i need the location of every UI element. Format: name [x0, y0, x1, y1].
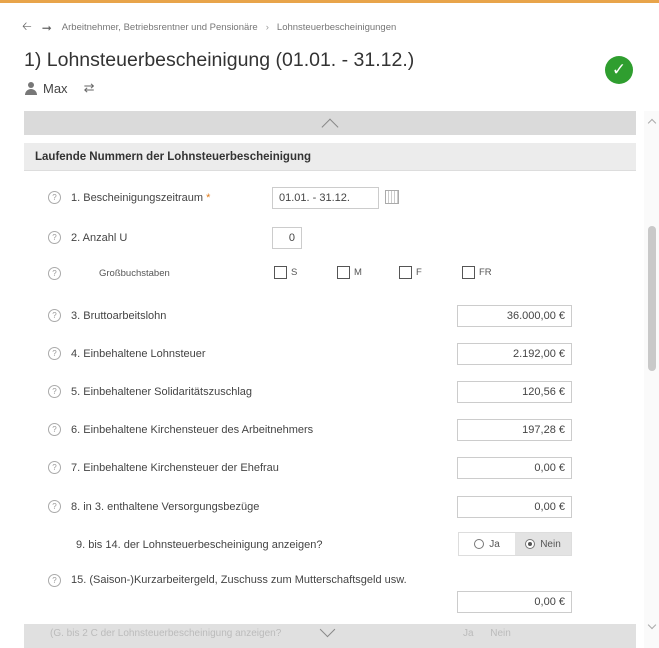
field-label: 8. in 3. enthaltene Versorgungsbezüge	[71, 500, 260, 513]
radio-circle[interactable]	[474, 539, 485, 549]
checkbox-fr[interactable]: FR	[462, 266, 492, 279]
help-icon[interactable]: ?	[48, 231, 61, 244]
field-row-5: ? 5. Einbehaltener Solidaritätszuschlag	[48, 385, 252, 398]
field-label: 4. Einbehaltene Lohnsteuer	[71, 347, 206, 360]
section-title: Laufende Nummern der Lohnsteuerbescheini…	[24, 143, 636, 171]
hidden-radio-labels: Ja Nein	[463, 628, 511, 639]
pension-input[interactable]: 0,00 €	[457, 496, 572, 518]
help-icon[interactable]: ?	[48, 347, 61, 360]
help-icon[interactable]: ?	[48, 385, 61, 398]
count-u-input[interactable]: 0	[272, 227, 302, 249]
gross-wage-input[interactable]: 36.000,00 €	[457, 305, 572, 327]
show-9-14-radio-group: Ja Nein	[458, 532, 572, 556]
field-row-2: ? 2. Anzahl U	[48, 231, 127, 244]
field-row-3: ? 3. Bruttoarbeitslohn	[48, 309, 166, 322]
breadcrumb-separator: ›	[265, 22, 269, 33]
radio-label: Ja	[489, 538, 500, 550]
user-name: Max	[43, 80, 68, 96]
scrollbar-thumb[interactable]	[648, 226, 656, 371]
field-label: 15. (Saison-)Kurzarbeitergeld, Zuschuss …	[71, 574, 407, 586]
help-icon[interactable]: ?	[48, 191, 61, 204]
field-label: 1. Bescheinigungszeitraum	[71, 191, 204, 204]
field-row-6: ? 6. Einbehaltene Kirchensteuer des Arbe…	[48, 423, 313, 436]
radio-circle[interactable]	[525, 539, 536, 549]
help-icon[interactable]: ?	[48, 461, 61, 474]
hidden-field-label: (G. bis 2 C der Lohnsteuerbescheinigung …	[50, 628, 282, 639]
checkmark-circle-icon: ✓	[605, 56, 633, 84]
field-row-7: ? 7. Einbehaltene Kirchensteuer der Ehef…	[48, 461, 279, 474]
chevron-up-icon	[321, 118, 339, 136]
checkbox[interactable]	[399, 266, 412, 279]
breadcrumb: 🡠 ➞ Arbeitnehmer, Betriebsrentner und Pe…	[22, 17, 396, 38]
help-icon[interactable]: ?	[48, 309, 61, 322]
page-title: 1) Lohnsteuerbescheinigung (01.01. - 31.…	[24, 49, 415, 71]
field-label: 5. Einbehaltener Solidaritätszuschlag	[71, 385, 253, 398]
solidarity-input[interactable]: 120,56 €	[457, 381, 572, 403]
checkbox-label: S	[291, 267, 298, 278]
field-label: 6. Einbehaltene Kirchensteuer des Arbeit…	[71, 423, 314, 436]
scrollbar-track[interactable]	[644, 111, 659, 648]
required-mark: *	[206, 191, 211, 204]
field-row-8: ? 8. in 3. enthaltene Versorgungsbezüge	[48, 500, 259, 513]
radio-no[interactable]: Nein	[515, 533, 571, 555]
calendar-icon[interactable]	[385, 190, 399, 204]
swap-icon[interactable]: ⇄	[84, 80, 95, 96]
church-tax-spouse-input[interactable]: 0,00 €	[457, 457, 572, 479]
user-icon	[25, 81, 37, 95]
field-label: 3. Bruttoarbeitslohn	[71, 309, 167, 322]
checkbox-label: F	[416, 267, 422, 278]
checkbox[interactable]	[274, 266, 287, 279]
checkbox-label: M	[354, 267, 362, 278]
checkbox-s[interactable]: S	[274, 266, 297, 279]
field-label: Großbuchstaben	[99, 268, 170, 279]
help-icon[interactable]: ?	[48, 574, 61, 587]
help-icon[interactable]: ?	[48, 423, 61, 436]
radio-yes[interactable]: Ja	[459, 533, 515, 555]
field-row-1: ? 1. Bescheinigungszeitraum *	[48, 191, 210, 204]
field-label: 9. bis 14. der Lohnsteuerbescheinigung a…	[76, 539, 323, 551]
checkbox-m[interactable]: M	[337, 266, 362, 279]
arrow-left-icon[interactable]: 🡠	[22, 17, 32, 38]
field-row-4: ? 4. Einbehaltene Lohnsteuer	[48, 347, 206, 360]
field-label: 7. Einbehaltene Kirchensteuer der Ehefra…	[71, 461, 279, 474]
help-icon[interactable]: ?	[48, 500, 61, 513]
help-icon[interactable]: ?	[48, 267, 61, 280]
hidden-radio-no: Nein	[490, 628, 511, 639]
radio-label: Nein	[540, 538, 561, 550]
field-row-15: ? 15. (Saison-)Kurzarbeitergeld, Zuschus…	[48, 572, 458, 588]
field-label: 2. Anzahl U	[71, 231, 128, 244]
church-tax-employee-input[interactable]: 197,28 €	[457, 419, 572, 441]
income-tax-input[interactable]: 2.192,00 €	[457, 343, 572, 365]
checkbox-label: FR	[479, 267, 492, 278]
breadcrumb-item[interactable]: Lohnsteuerbescheinigungen	[277, 22, 396, 33]
top-accent-line	[0, 0, 659, 3]
checkbox[interactable]	[462, 266, 475, 279]
field-row-9: 9. bis 14. der Lohnsteuerbescheinigung a…	[76, 539, 322, 551]
collapse-section-button[interactable]	[24, 111, 636, 136]
checkbox-f[interactable]: F	[399, 266, 422, 279]
short-time-allowance-input[interactable]: 0,00 €	[457, 591, 572, 613]
breadcrumb-item[interactable]: Arbeitnehmer, Betriebsrentner und Pensio…	[62, 22, 258, 33]
hidden-radio-yes: Ja	[463, 628, 474, 639]
checkbox[interactable]	[337, 266, 350, 279]
user-info: Max ⇄	[25, 80, 94, 96]
period-input[interactable]: 01.01. - 31.12.	[272, 187, 379, 209]
arrow-right-icon[interactable]: ➞	[42, 21, 52, 35]
